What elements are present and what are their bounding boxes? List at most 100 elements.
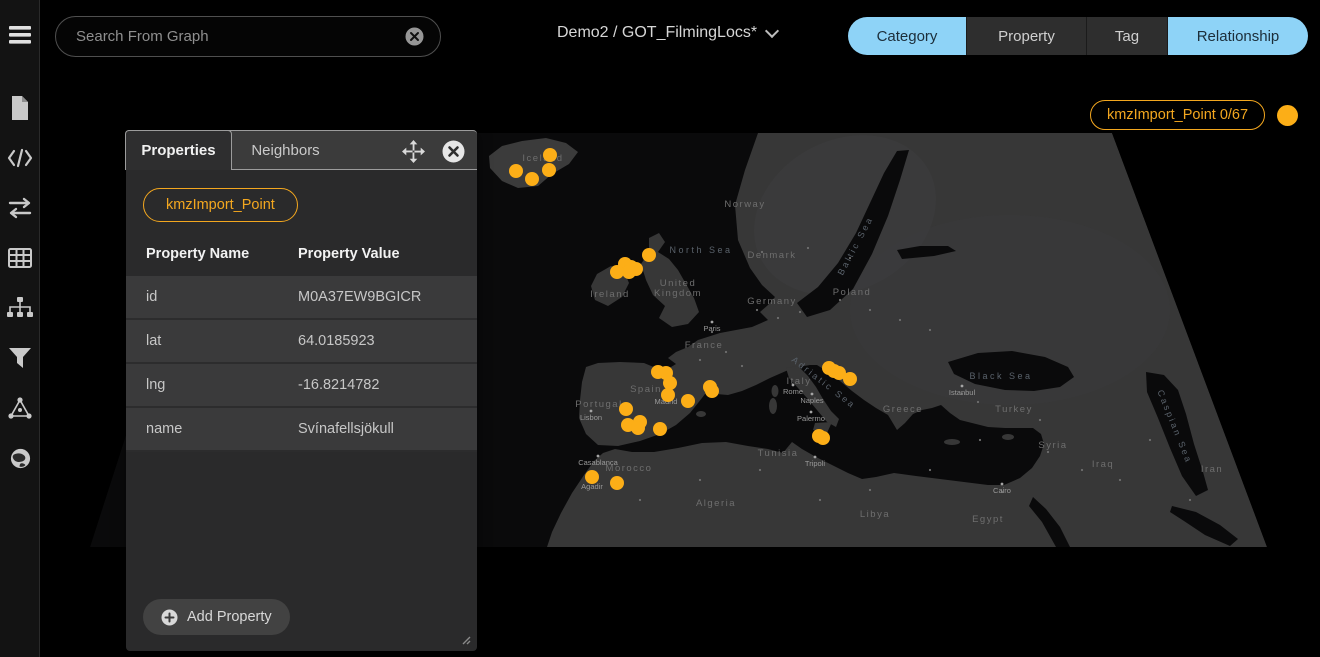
map-label: Algeria <box>696 498 736 509</box>
table-row[interactable]: name Svínafellsjökull <box>126 408 477 452</box>
property-value[interactable]: 64.0185923 <box>278 333 477 349</box>
map-label: Paris <box>703 324 720 333</box>
map-city-speck <box>741 365 743 367</box>
map-city-speck <box>899 319 901 321</box>
table-icon[interactable] <box>0 241 40 275</box>
panel-body: kmzImport_Point Property Name Property V… <box>126 170 477 651</box>
clear-search-icon[interactable] <box>402 25 426 49</box>
graph-node-point[interactable] <box>619 402 633 416</box>
map-label: Palermo <box>797 414 825 423</box>
document-icon[interactable] <box>0 91 40 125</box>
map-city-dot <box>590 410 593 413</box>
map-label: Poland <box>833 287 872 298</box>
graph-node-point[interactable] <box>843 372 857 386</box>
tab-relationship[interactable]: Relationship <box>1168 17 1308 55</box>
graph-node-point[interactable] <box>663 376 677 390</box>
top-bar: Demo2 / GOT_FilmingLocs* Category Proper… <box>41 0 1320 72</box>
property-value[interactable]: M0A37EW9BGICR <box>278 289 477 305</box>
map-label: Rome <box>783 387 803 396</box>
add-property-button[interactable]: Add Property <box>143 599 290 635</box>
panel-resize-handle[interactable] <box>459 633 471 645</box>
graph-node-point[interactable] <box>661 388 675 402</box>
map-label: Egypt <box>972 514 1004 525</box>
map-label: Lisbon <box>580 413 602 422</box>
graph-node-point[interactable] <box>631 421 645 435</box>
map-label: Black Sea <box>969 371 1032 381</box>
map-city-dot <box>792 384 795 387</box>
graph-node-point[interactable] <box>543 148 557 162</box>
map-city-speck <box>869 489 871 491</box>
globe-icon[interactable] <box>0 441 40 475</box>
graph-node-point[interactable] <box>622 265 636 279</box>
graph-node-point[interactable] <box>653 422 667 436</box>
tab-category[interactable]: Category <box>848 17 967 55</box>
property-name: lat <box>126 333 278 349</box>
map-land-mallorca <box>696 411 706 417</box>
graph-node-point[interactable] <box>681 394 695 408</box>
map-city-speck <box>819 499 821 501</box>
map-label: Iceland <box>522 153 563 164</box>
map-label: Libya <box>860 509 890 520</box>
tab-tag[interactable]: Tag <box>1087 17 1168 55</box>
map-label: Ireland <box>590 289 630 300</box>
map-city-speck <box>759 469 761 471</box>
table-row[interactable]: lat 64.0185923 <box>126 320 477 364</box>
graph-node-point[interactable] <box>610 265 624 279</box>
code-icon[interactable] <box>0 141 40 175</box>
table-row[interactable]: id M0A37EW9BGICR <box>126 276 477 320</box>
project-title-dropdown[interactable]: Demo2 / GOT_FilmingLocs* <box>557 24 777 42</box>
close-panel-icon[interactable] <box>441 139 465 163</box>
graph-node-point[interactable] <box>525 172 539 186</box>
network-triangle-icon[interactable] <box>0 391 40 425</box>
tab-property[interactable]: Property <box>967 17 1087 55</box>
project-title: Demo2 / GOT_FilmingLocs* <box>557 24 757 42</box>
tab-neighbors[interactable]: Neighbors <box>232 131 339 169</box>
map-city-speck <box>839 299 841 301</box>
map-city-speck <box>725 351 727 353</box>
map-city-speck <box>979 439 981 441</box>
map-city-speck <box>1149 439 1151 441</box>
category-color-swatch[interactable] <box>1277 105 1298 126</box>
map-label: Iraq <box>1092 459 1114 470</box>
property-name: name <box>126 421 278 437</box>
map-land-cyprus <box>1002 434 1014 440</box>
graph-node-point[interactable] <box>705 384 719 398</box>
col-header-value: Property Value <box>278 246 477 262</box>
category-chip[interactable]: kmzImport_Point <box>143 188 298 222</box>
filter-icon[interactable] <box>0 341 40 375</box>
graph-node-point[interactable] <box>642 248 656 262</box>
map-label: Iran <box>1201 464 1223 475</box>
map-label: Denmark <box>747 250 796 261</box>
map-label: Kingdom <box>654 288 702 299</box>
map-label: North Sea <box>669 245 732 255</box>
graph-node-point[interactable] <box>816 431 830 445</box>
map-city-dot <box>811 393 814 396</box>
map-city-speck <box>1047 451 1049 453</box>
map-city-speck <box>799 311 801 313</box>
graph-search[interactable] <box>55 16 441 57</box>
category-legend-badge[interactable]: kmzImport_Point 0/67 <box>1090 100 1265 130</box>
category-legend: kmzImport_Point 0/67 <box>1090 100 1298 130</box>
graph-node-point[interactable] <box>585 470 599 484</box>
map-city-speck <box>699 479 701 481</box>
sidebar <box>0 0 40 657</box>
search-input[interactable] <box>76 28 402 45</box>
menu-icon[interactable] <box>0 18 40 52</box>
swap-arrows-icon[interactable] <box>0 191 40 225</box>
property-value[interactable]: -16.8214782 <box>278 377 477 393</box>
panel-tab-bar: Properties Neighbors <box>126 130 477 170</box>
map-city-speck <box>756 309 758 311</box>
tab-properties[interactable]: Properties <box>125 130 232 170</box>
property-value[interactable]: Svínafellsjökull <box>278 421 477 437</box>
table-row[interactable]: lng -16.8214782 <box>126 364 477 408</box>
map-land-sardinia <box>769 398 777 414</box>
graph-node-point[interactable] <box>610 476 624 490</box>
hierarchy-icon[interactable] <box>0 291 40 325</box>
map-city-speck <box>929 469 931 471</box>
graph-node-point[interactable] <box>542 163 556 177</box>
graph-node-point[interactable] <box>509 164 523 178</box>
map-city-speck <box>1189 499 1191 501</box>
property-name: id <box>126 289 278 305</box>
map-city-speck <box>639 499 641 501</box>
move-panel-icon[interactable] <box>401 139 425 163</box>
